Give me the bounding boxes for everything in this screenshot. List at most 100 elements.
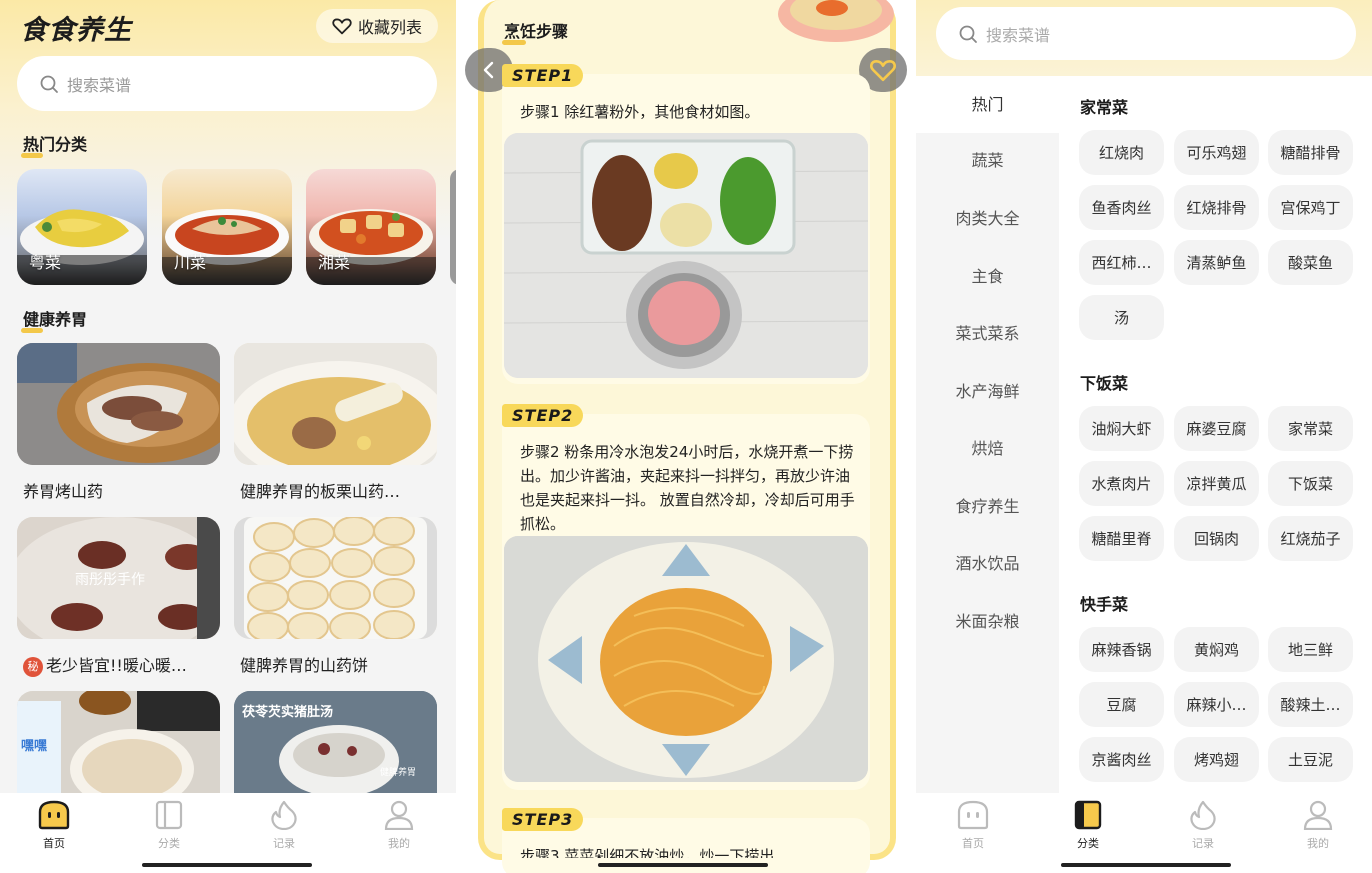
tab-profile[interactable]: 我的 <box>369 799 429 851</box>
chevron-left-icon <box>483 61 494 79</box>
food-title: 健脾养胃的板栗山药… <box>240 482 401 501</box>
dish-chip[interactable]: 麻辣香锅 <box>1079 627 1164 672</box>
category-card-yue[interactable]: 粤菜 <box>17 169 147 285</box>
tab-label: 分类 <box>158 837 180 850</box>
sidebar-item[interactable]: 菜式菜系 <box>916 305 1059 362</box>
step-image <box>504 536 868 782</box>
dish-chip[interactable]: 红烧肉 <box>1079 130 1164 175</box>
food-photo <box>234 517 437 639</box>
tab-label: 我的 <box>1307 837 1329 850</box>
bottom-tab-bar: 首页 分类 记录 我的 <box>916 793 1372 873</box>
tab-category[interactable]: 分类 <box>139 799 199 851</box>
food-card[interactable]: 嘿嘿 <box>17 691 220 793</box>
dish-chip[interactable]: 西红柿… <box>1079 240 1164 285</box>
favorites-label: 收藏列表 <box>357 18 422 37</box>
sidebar-item[interactable]: 酒水饮品 <box>916 535 1059 592</box>
noodles-photo <box>504 536 868 782</box>
food-card[interactable] <box>17 343 220 465</box>
dish-chip[interactable]: 酸菜鱼 <box>1268 240 1353 285</box>
category-label: 粤菜 <box>29 253 62 272</box>
search-input[interactable]: 搜索菜谱 <box>936 7 1356 60</box>
category-icon <box>1074 800 1102 830</box>
dish-chip[interactable]: 地三鲜 <box>1268 627 1353 672</box>
dish-chip[interactable]: 鱼香肉丝 <box>1079 185 1164 230</box>
dish-chip[interactable]: 汤 <box>1079 295 1164 340</box>
food-card[interactable] <box>234 517 437 639</box>
dish-chip[interactable]: 麻婆豆腐 <box>1174 406 1259 451</box>
dish-chip[interactable]: 油焖大虾 <box>1079 406 1164 451</box>
search-icon <box>40 75 58 93</box>
tab-record[interactable]: 记录 <box>1173 799 1233 851</box>
sidebar-item[interactable]: 食疗养生 <box>916 478 1059 535</box>
step-badge: STEP3 <box>502 808 584 831</box>
dish-decoration <box>778 0 894 42</box>
dish-chip[interactable]: 红烧茄子 <box>1268 516 1353 561</box>
food-card[interactable]: 茯苓芡实猪肚汤 健脾养胃 <box>234 691 437 793</box>
food-card[interactable] <box>234 343 437 465</box>
sidebar-item[interactable]: 主食 <box>916 248 1059 305</box>
food-title: 健脾养胃的山药饼 <box>240 656 369 675</box>
category-sidebar: 热门 蔬菜 肉类大全 主食 菜式菜系 水产海鲜 烘焙 食疗养生 酒水饮品 米面杂… <box>916 76 1059 793</box>
tab-label: 记录 <box>273 837 295 850</box>
dish-chip[interactable]: 可乐鸡翅 <box>1174 130 1259 175</box>
dish-chip[interactable]: 酸辣土… <box>1268 682 1353 727</box>
ingredients-photo <box>504 133 868 378</box>
dish-chip[interactable]: 烤鸡翅 <box>1174 737 1259 782</box>
dish-chip[interactable]: 清蒸鲈鱼 <box>1174 240 1259 285</box>
secret-badge: 秘 <box>23 657 43 677</box>
food-photo <box>17 691 220 793</box>
food-title: 秘老少皆宜!!暖心暖… <box>23 652 228 677</box>
step-text: 步骤1 除红薯粉外，其他食材如图。 <box>520 103 760 121</box>
category-card-chuan[interactable]: 川菜 <box>162 169 292 285</box>
dish-chip[interactable]: 红烧排骨 <box>1174 185 1259 230</box>
tab-label: 记录 <box>1192 837 1214 850</box>
sidebar-item[interactable]: 水产海鲜 <box>916 363 1059 420</box>
tab-profile[interactable]: 我的 <box>1288 799 1348 851</box>
group-title: 快手菜 <box>1080 595 1129 614</box>
flame-icon <box>1190 800 1216 830</box>
dish-chip[interactable]: 京酱肉丝 <box>1079 737 1164 782</box>
dish-chip[interactable]: 下饭菜 <box>1268 461 1353 506</box>
step-text: 步骤3 菜菜剁细不放油炒，炒一下捞出 <box>520 847 775 858</box>
dish-chip[interactable]: 麻辣小… <box>1174 682 1259 727</box>
group-title: 下饭菜 <box>1080 374 1129 393</box>
dish-chip[interactable]: 土豆泥 <box>1268 737 1353 782</box>
sidebar-item[interactable]: 肉类大全 <box>916 190 1059 247</box>
search-placeholder: 搜索菜谱 <box>67 75 132 95</box>
photo-watermark: 雨彤彤手作 <box>75 572 145 588</box>
step-badge: STEP1 <box>502 64 584 87</box>
tab-label: 首页 <box>962 837 984 850</box>
heart-icon <box>332 18 352 35</box>
sidebar-item[interactable]: 米面杂粮 <box>916 593 1059 650</box>
food-card[interactable]: 雨彤彤手作 <box>17 517 220 639</box>
sidebar-item[interactable]: 蔬菜 <box>916 132 1059 189</box>
sidebar-item[interactable]: 烘焙 <box>916 420 1059 477</box>
dish-chip[interactable]: 水煮肉片 <box>1079 461 1164 506</box>
dish-chip[interactable]: 凉拌黄瓜 <box>1174 461 1259 506</box>
tab-category[interactable]: 分类 <box>1058 799 1118 851</box>
dish-chip[interactable]: 宫保鸡丁 <box>1268 185 1353 230</box>
group-title: 家常菜 <box>1080 98 1129 117</box>
favorites-button[interactable]: 收藏列表 <box>316 9 438 43</box>
health-section-title: 健康养胃 <box>21 306 87 333</box>
dish-chip[interactable]: 家常菜 <box>1268 406 1353 451</box>
dish-chip[interactable]: 黄焖鸡 <box>1174 627 1259 672</box>
bottom-tab-bar: 首页 分类 记录 我的 <box>0 793 456 873</box>
dish-chip[interactable]: 糖醋排骨 <box>1268 130 1353 175</box>
home-screen: 食食养生 收藏列表 搜索菜谱 热门分类 粤菜 川菜 湘菜 健康养胃 养胃烤山药 … <box>0 0 456 873</box>
home-icon <box>38 800 70 830</box>
sidebar-item[interactable]: 热门 <box>916 76 1059 133</box>
tab-record[interactable]: 记录 <box>254 799 314 851</box>
dish-chip[interactable]: 糖醋里脊 <box>1079 516 1164 561</box>
flame-icon <box>271 800 297 830</box>
home-indicator <box>598 863 768 867</box>
dish-chip[interactable]: 豆腐 <box>1079 682 1164 727</box>
app-logo: 食食养生 <box>20 15 132 46</box>
tab-home[interactable]: 首页 <box>24 799 84 851</box>
dish-chip[interactable]: 回锅肉 <box>1174 516 1259 561</box>
search-input[interactable]: 搜索菜谱 <box>17 56 437 111</box>
food-photo <box>17 343 220 465</box>
tab-home[interactable]: 首页 <box>943 799 1003 851</box>
category-card-xiang[interactable]: 湘菜 <box>306 169 436 285</box>
food-photo <box>234 343 437 465</box>
